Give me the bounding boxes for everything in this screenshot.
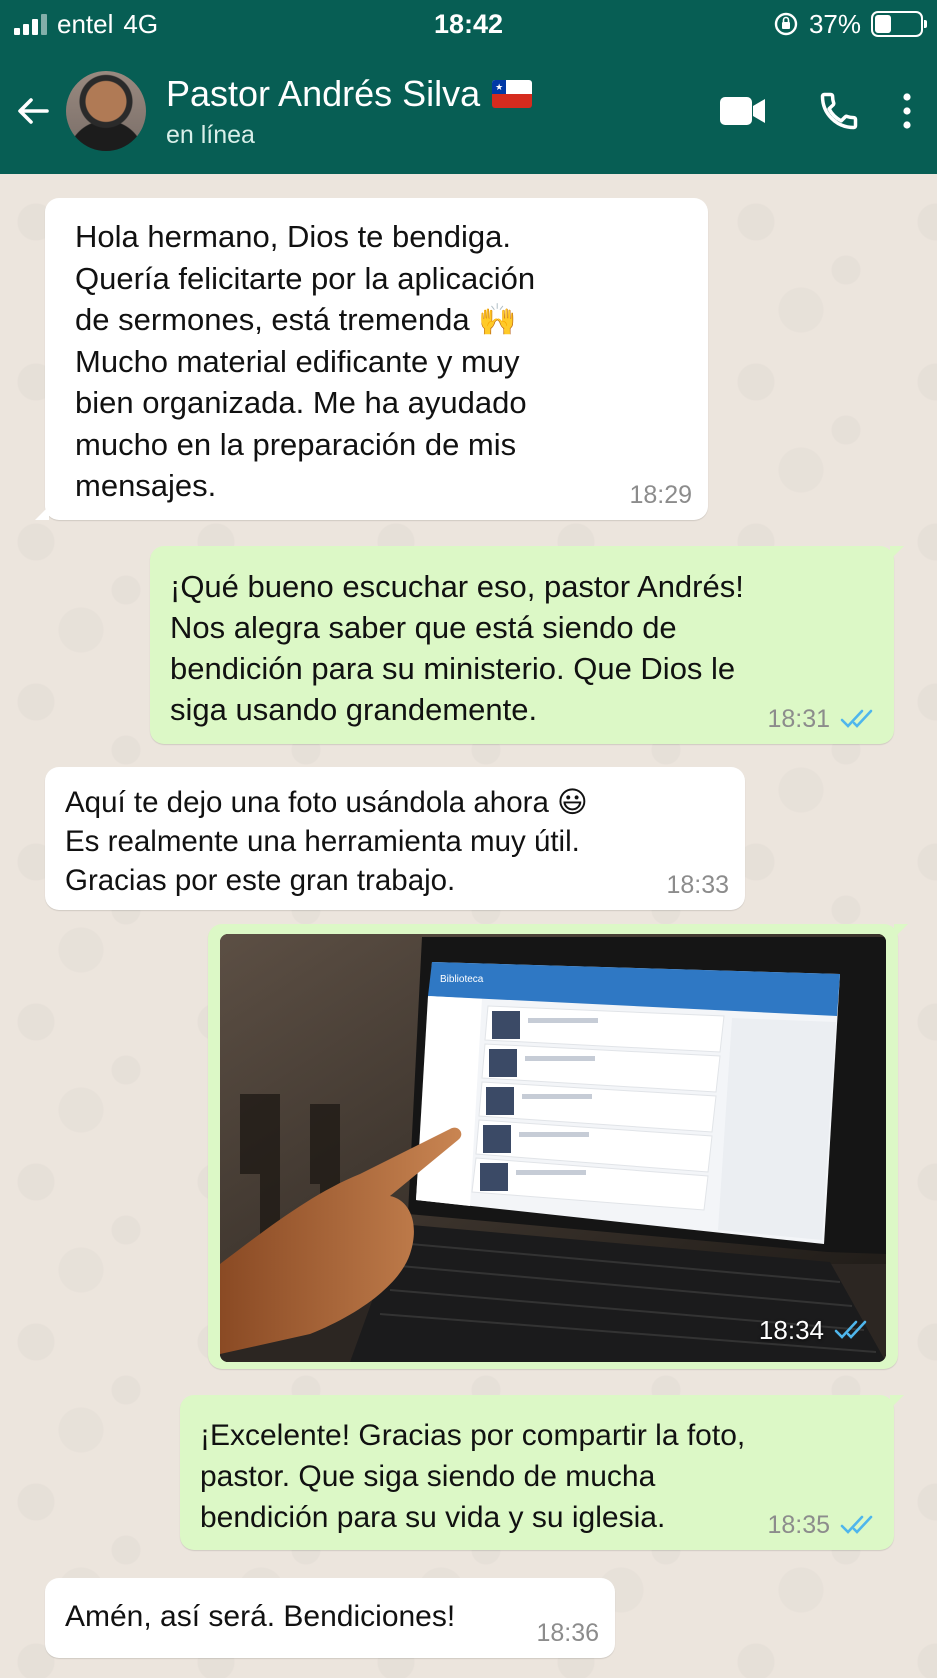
clock: 18:42: [433, 8, 504, 39]
rotation-lock-icon: [774, 12, 798, 36]
battery-percent: 37%: [808, 8, 861, 39]
message-meta: 18:31: [767, 704, 878, 734]
contact-name-row: Pastor Andrés Silva ★: [166, 73, 695, 115]
message-incoming[interactable]: Amén, así será. Bendiciones! 18:36: [45, 1578, 615, 1658]
message-time: 18:35: [767, 1511, 830, 1539]
message-time: 18:33: [666, 871, 729, 899]
chat-header: Pastor Andrés Silva ★ en línea: [0, 48, 937, 174]
double-check-icon: [834, 1320, 867, 1339]
message-text: Aquí te dejo una foto usándola ahora 😃 E…: [65, 786, 588, 897]
video-camera-icon: [720, 97, 765, 125]
message-time: 18:31: [767, 705, 830, 733]
message-incoming[interactable]: Hola hermano, Dios te bendiga. Quería fe…: [35, 198, 708, 520]
video-call-button[interactable]: [695, 71, 791, 151]
contact-name: Pastor Andrés Silva: [166, 72, 481, 114]
message-time: 18:36: [536, 1619, 599, 1647]
back-button[interactable]: [0, 48, 66, 174]
message-incoming[interactable]: Aquí te dejo una foto usándola ahora 😃 E…: [45, 767, 745, 910]
double-check-icon: [840, 1515, 873, 1534]
status-bar: entel 4G 18:42 37%: [0, 0, 937, 48]
photo-meta: 18:34: [759, 1310, 872, 1350]
message-text: Hola hermano, Dios te bendiga. Quería fe…: [75, 219, 536, 503]
message-meta: 18:29: [629, 480, 692, 510]
message-text: Amén, así será. Bendiciones!: [65, 1600, 456, 1633]
chile-flag-icon: ★: [492, 79, 533, 108]
message-meta: 18:35: [767, 1510, 878, 1540]
contact-status: en línea: [166, 120, 255, 149]
laptop-photo: Biblioteca: [220, 934, 886, 1362]
status-right: 37%: [623, 8, 927, 40]
battery-fill: [875, 15, 892, 33]
message-outgoing-image[interactable]: Biblioteca 18:34: [208, 924, 908, 1369]
contact-info[interactable]: Pastor Andrés Silva ★ en línea: [166, 73, 695, 150]
more-vertical-icon: [903, 93, 911, 129]
message-time: 18:29: [629, 481, 692, 509]
photo-attachment[interactable]: Biblioteca 18:34: [220, 934, 886, 1362]
header-actions: [695, 71, 927, 151]
signal-icon: [14, 13, 47, 35]
avatar[interactable]: [66, 71, 146, 151]
message-outgoing[interactable]: ¡Excelente! Gracias por compartir la fot…: [180, 1395, 904, 1550]
phone-icon: [820, 92, 858, 130]
status-left: entel 4G: [14, 9, 314, 40]
message-meta: 18:36: [536, 1618, 599, 1648]
network-label: 4G: [123, 8, 159, 39]
photo-app-title: Biblioteca: [440, 974, 484, 985]
more-options-button[interactable]: [887, 71, 927, 151]
carrier-label: entel: [57, 8, 114, 39]
message-meta: 18:33: [666, 870, 729, 900]
voice-call-button[interactable]: [791, 71, 887, 151]
message-time: 18:34: [758, 1315, 824, 1345]
message-outgoing[interactable]: ¡Qué bueno escuchar eso, pastor Andrés! …: [150, 546, 904, 744]
battery-icon: [871, 11, 927, 37]
arrow-left-icon: [18, 98, 49, 124]
double-check-icon: [840, 709, 873, 728]
